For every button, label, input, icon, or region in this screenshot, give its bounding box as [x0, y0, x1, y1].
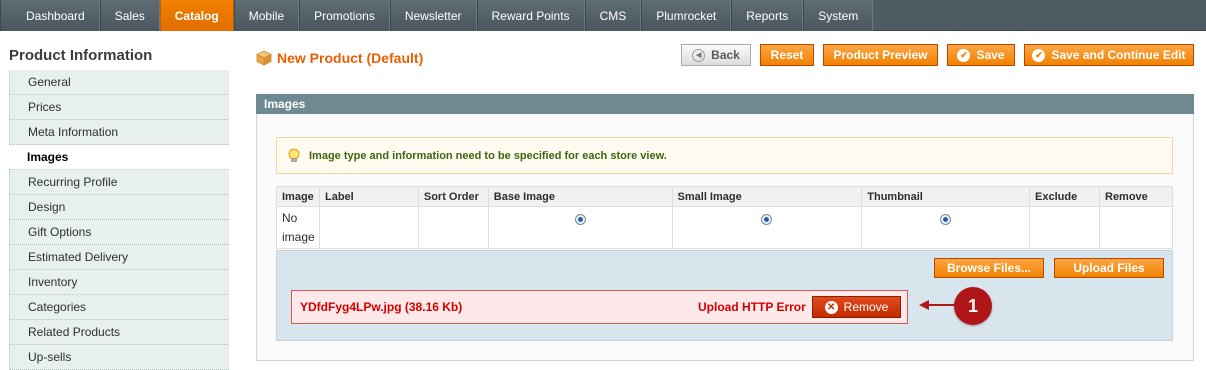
images-section-header: Images [256, 94, 1194, 114]
col-sort-order: Sort Order [417, 186, 489, 207]
sort-order-cell [417, 206, 489, 249]
save-and-continue-button[interactable]: ✔ Save and Continue Edit [1024, 44, 1194, 66]
images-table: Image Label Sort Order Base Image Small … [276, 186, 1173, 249]
col-thumbnail: Thumbnail [861, 186, 1031, 207]
sidebar-item-estimated-delivery[interactable]: Estimated Delivery [9, 245, 229, 270]
small-image-radio[interactable] [761, 213, 773, 225]
save-button-label: Save [976, 48, 1005, 62]
info-notice: Image type and information need to be sp… [276, 137, 1173, 174]
nav-mobile[interactable]: Mobile [233, 0, 300, 31]
sidebar-title: Product Information [9, 47, 153, 64]
page-title: New Product (Default) [256, 50, 423, 66]
product-preview-button[interactable]: Product Preview [823, 44, 938, 66]
sidebar-item-design[interactable]: Design [9, 195, 229, 220]
nav-sales[interactable]: Sales [99, 0, 160, 31]
notice-text: Image type and information need to be sp… [309, 149, 667, 162]
sidebar-item-recurring-profile[interactable]: Recurring Profile [9, 170, 229, 195]
reset-button-label: Reset [770, 48, 804, 62]
sidebar-item-images[interactable]: Images [9, 145, 229, 170]
product-box-icon [256, 50, 272, 66]
nav-reward-points[interactable]: Reward Points [476, 0, 585, 31]
no-image-line1: No [282, 210, 298, 225]
col-small-image: Small Image [671, 186, 863, 207]
lightbulb-icon [288, 148, 300, 162]
sidebar-item-gift-options[interactable]: Gift Options [9, 220, 229, 245]
back-button[interactable]: ◀ Back [681, 44, 751, 66]
sidebar-item-inventory[interactable]: Inventory [9, 270, 229, 295]
page-title-text: New Product (Default) [277, 50, 424, 66]
upload-files-button[interactable]: Upload Files [1054, 258, 1164, 278]
browse-files-button[interactable]: Browse Files... [934, 258, 1044, 278]
col-image: Image [276, 186, 320, 207]
remove-file-button[interactable]: ✕ Remove [812, 296, 901, 318]
back-button-label: Back [711, 48, 740, 62]
sidebar-item-meta-information[interactable]: Meta Information [9, 120, 229, 145]
nav-system[interactable]: System [803, 0, 874, 31]
thumbnail-radio[interactable] [940, 213, 952, 225]
table-header-row: Image Label Sort Order Base Image Small … [276, 186, 1173, 207]
upload-error-text: Upload HTTP Error [698, 300, 806, 314]
remove-file-label: Remove [843, 300, 889, 314]
col-base-image: Base Image [487, 186, 673, 207]
label-cell [318, 206, 419, 249]
no-image-line2: image [282, 229, 315, 244]
callout-badge: 1 [954, 287, 992, 325]
nav-promotions[interactable]: Promotions [299, 0, 390, 31]
sidebar-item-related-products[interactable]: Related Products [9, 320, 229, 345]
reset-button[interactable]: Reset [760, 44, 814, 66]
nav-newsletter[interactable]: Newsletter [389, 0, 477, 31]
file-name: YDfdFyg4LPw.jpg (38.16 Kb) [300, 300, 463, 314]
base-image-radio[interactable] [574, 213, 586, 225]
upload-file-row: YDfdFyg4LPw.jpg (38.16 Kb) Upload HTTP E… [291, 290, 908, 324]
sidebar-item-categories[interactable]: Categories [9, 295, 229, 320]
callout-arrow-icon [919, 300, 959, 310]
table-row: No image [276, 206, 1173, 249]
save-button[interactable]: ✔ Save [947, 44, 1015, 66]
nav-reports[interactable]: Reports [731, 0, 804, 31]
thumbnail-cell [861, 206, 1031, 249]
save-and-continue-label: Save and Continue Edit [1051, 48, 1186, 62]
no-image-cell: No image [276, 206, 320, 249]
base-image-cell [487, 206, 673, 249]
nav-plumrocket[interactable]: Plumrocket [641, 0, 732, 31]
product-preview-label: Product Preview [833, 48, 928, 62]
product-info-sidebar: Product Information General Prices Meta … [9, 46, 229, 370]
col-exclude: Exclude [1029, 186, 1100, 207]
sidebar-item-prices[interactable]: Prices [9, 95, 229, 120]
nav-cms[interactable]: CMS [584, 0, 642, 31]
top-navigation: Dashboard Sales Catalog Mobile Promotion… [0, 0, 1206, 31]
close-icon: ✕ [824, 300, 838, 314]
nav-catalog[interactable]: Catalog [159, 0, 234, 31]
col-label: Label [318, 186, 419, 207]
col-remove: Remove [1099, 186, 1173, 207]
sidebar-item-up-sells[interactable]: Up-sells [9, 345, 229, 370]
remove-cell [1099, 206, 1173, 249]
upload-files-label: Upload Files [1073, 261, 1145, 275]
nav-dashboard[interactable]: Dashboard [0, 0, 100, 31]
check-icon: ✔ [1032, 48, 1046, 62]
chevron-left-icon: ◀ [692, 48, 706, 62]
sidebar-item-general[interactable]: General [9, 70, 229, 95]
exclude-cell [1029, 206, 1100, 249]
browse-files-label: Browse Files... [946, 261, 1032, 275]
small-image-cell [671, 206, 863, 249]
check-icon: ✔ [957, 48, 971, 62]
